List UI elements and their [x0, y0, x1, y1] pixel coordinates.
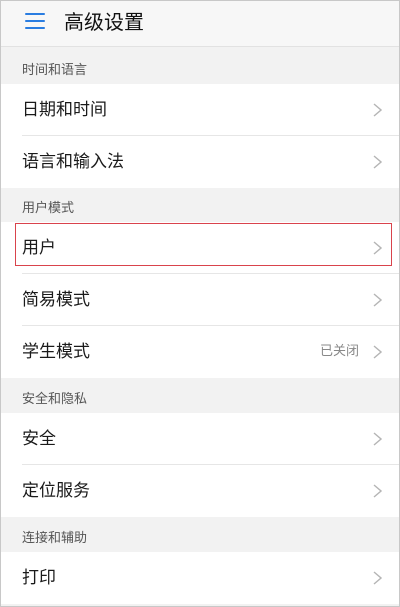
settings-item-location-service[interactable]: 定位服务: [1, 465, 399, 517]
chevron-right-icon: [373, 241, 382, 255]
settings-item-label: 定位服务: [22, 481, 90, 501]
chevron-right-icon: [373, 432, 382, 446]
settings-item-label: 打印: [22, 568, 56, 588]
settings-item-label: 语言和输入法: [22, 152, 124, 172]
section-header-connection-assist: 连接和辅助: [1, 526, 399, 552]
menu-icon-bar: [25, 27, 45, 29]
status-value: 已关闭: [319, 344, 359, 359]
settings-item-print[interactable]: 打印: [1, 552, 399, 604]
section-title: 用户模式: [22, 201, 75, 216]
settings-item-label: 学生模式: [22, 342, 90, 362]
section-title: 安全和隐私: [22, 392, 88, 407]
menu-icon[interactable]: [25, 13, 45, 29]
settings-item-label: 日期和时间: [22, 100, 107, 120]
menu-icon-bar: [25, 13, 45, 15]
settings-item-simple-mode[interactable]: 简易模式: [1, 274, 399, 326]
chevron-right-icon: [373, 484, 382, 498]
settings-item-language-input[interactable]: 语言和输入法: [1, 136, 399, 188]
section-title: 时间和语言: [22, 63, 88, 78]
settings-item-security[interactable]: 安全: [1, 413, 399, 465]
section-header-security-privacy: 安全和隐私: [1, 387, 399, 413]
menu-icon-bar: [25, 20, 45, 22]
chevron-right-icon: [373, 103, 382, 117]
settings-item-date-time[interactable]: 日期和时间: [1, 84, 399, 136]
settings-item-label: 简易模式: [22, 290, 90, 310]
app-header: 高级设置: [1, 1, 399, 47]
section-header-user-mode: 用户模式: [1, 196, 399, 222]
settings-screen: 高级设置 时间和语言 日期和时间 语言和输入法 用户模式 用户 简易模式 学生模…: [0, 0, 400, 607]
section-title: 连接和辅助: [22, 531, 88, 546]
chevron-right-icon: [373, 293, 382, 307]
chevron-right-icon: [373, 571, 382, 585]
chevron-right-icon: [373, 345, 382, 359]
page-title: 高级设置: [64, 10, 144, 34]
settings-item-label: 安全: [22, 429, 56, 449]
chevron-right-icon: [373, 155, 382, 169]
settings-item-label: 用户: [22, 238, 56, 258]
settings-item-user[interactable]: 用户: [1, 222, 399, 274]
settings-item-student-mode[interactable]: 学生模式 已关闭: [1, 326, 399, 378]
section-header-time-language: 时间和语言: [1, 58, 399, 84]
